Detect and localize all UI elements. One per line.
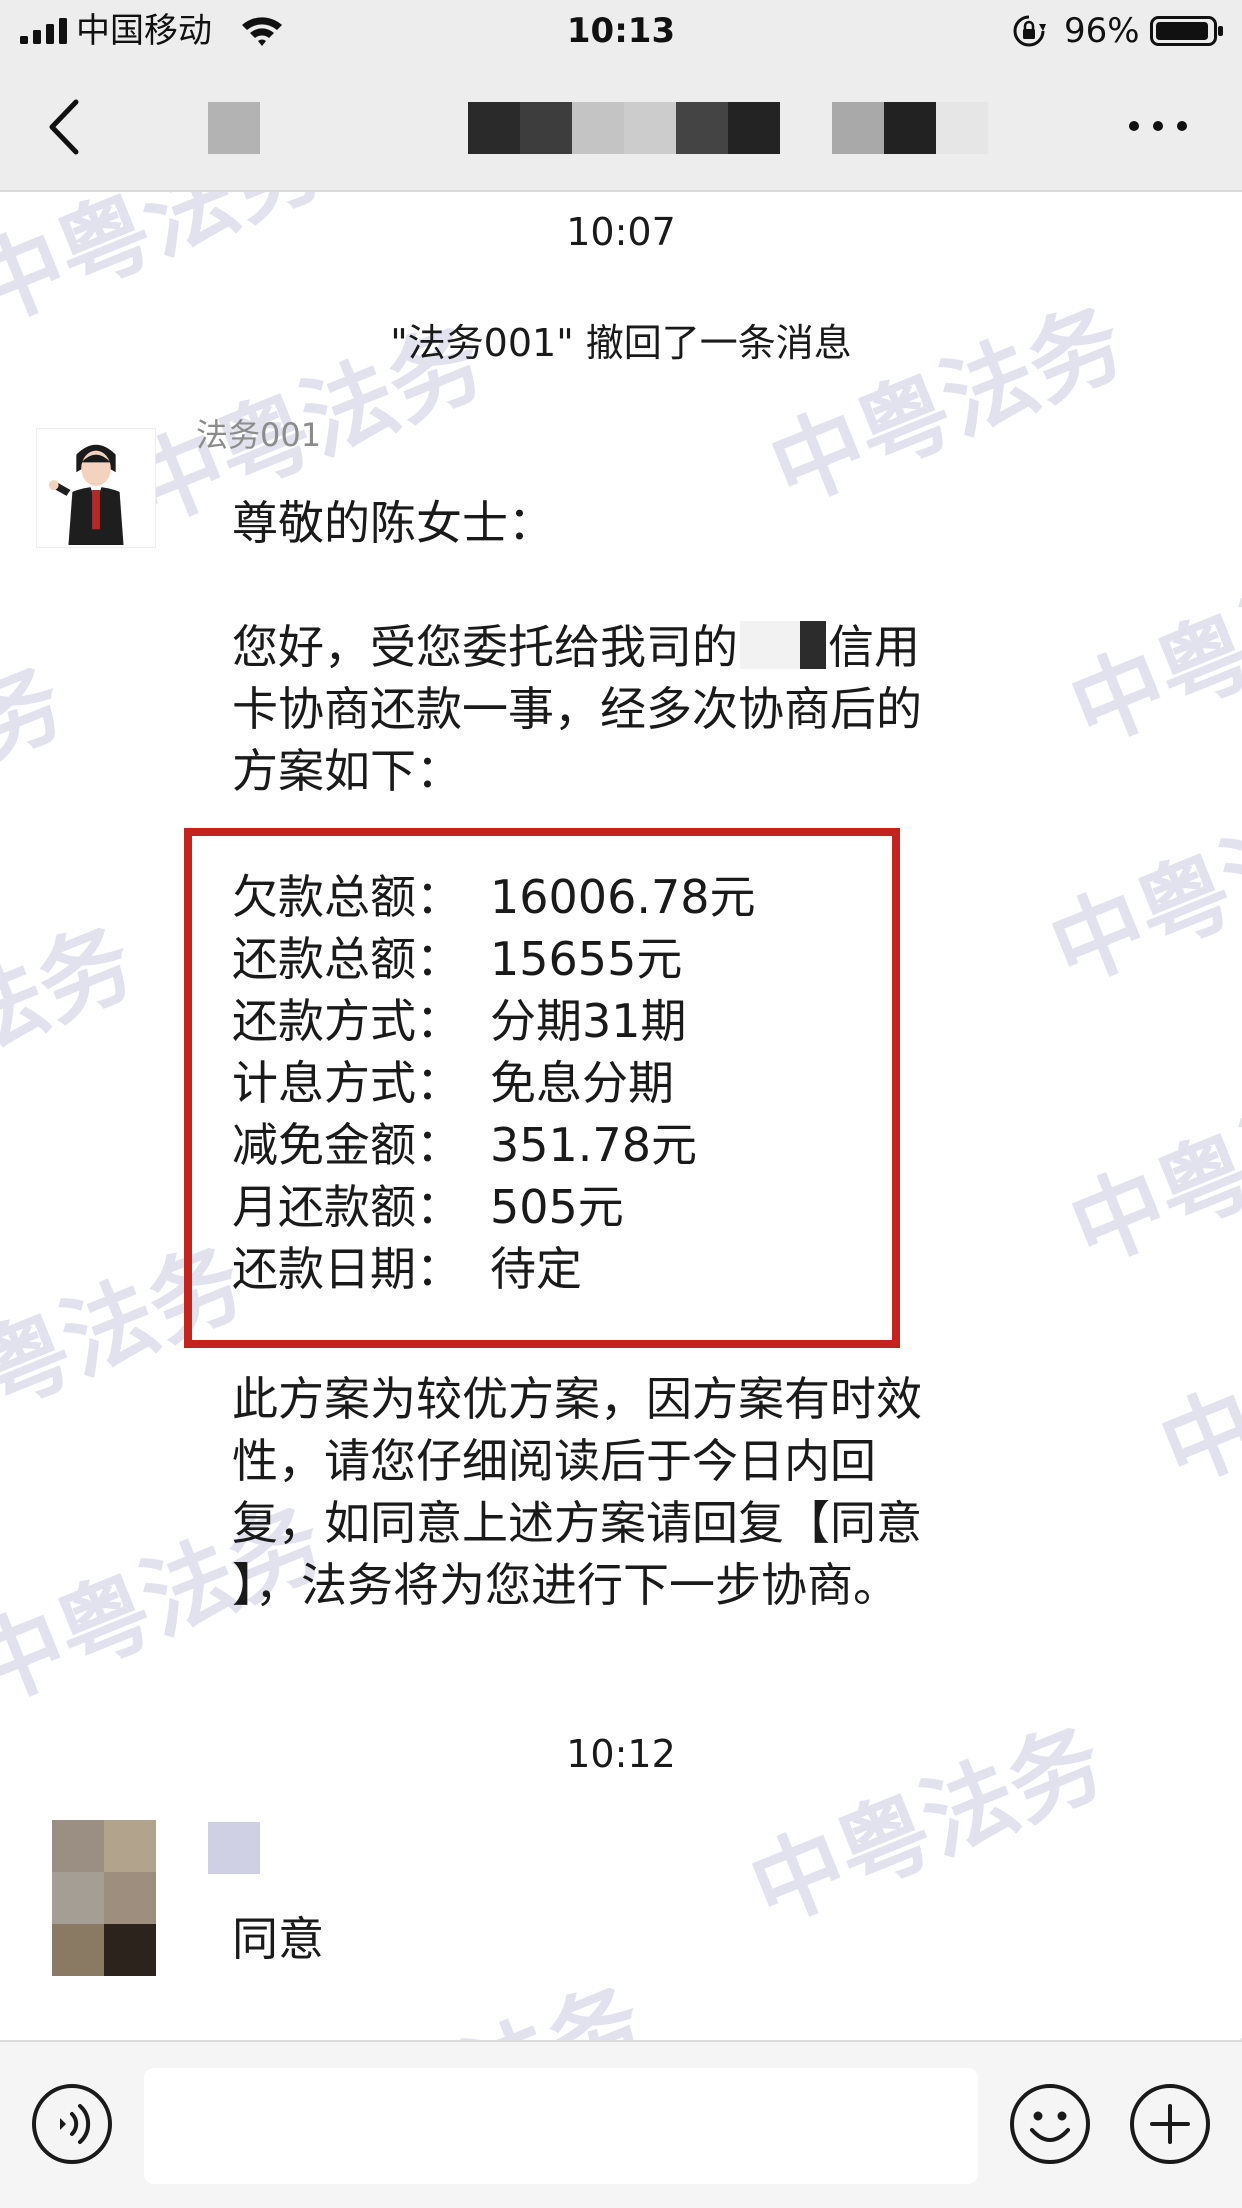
watermark: 中粤法务: [268, 1948, 659, 2040]
message-closing-line: 性，请您仔细阅读后于今日内回: [232, 1434, 876, 1488]
redacted-title-part-1: [208, 102, 260, 154]
timestamp: 10:07: [566, 210, 676, 254]
back-chevron-icon[interactable]: [44, 98, 84, 156]
user-message: 同意: [232, 1912, 324, 1966]
watermark: 中粤法务: [1048, 1948, 1242, 2040]
lawyer-avatar[interactable]: [36, 428, 156, 548]
watermark: 中粤法务: [756, 287, 1138, 525]
watermark: 中粤法务: [736, 1707, 1118, 1945]
plan-row-repay-method: 还款方式： 分期31期: [232, 994, 687, 1048]
message-closing-line: 】，法务将为您进行下一步协商。: [232, 1558, 899, 1612]
redacted-user-name: [208, 1822, 260, 1874]
watermark: 中粤法务: [0, 647, 78, 885]
chat-header: [0, 62, 1242, 192]
redacted-bank-name: [740, 621, 826, 669]
plan-row-monthly: 月还款额： 505元: [232, 1180, 624, 1234]
rotation-lock-icon: [1013, 15, 1046, 47]
redacted-title-part-2: [468, 102, 780, 154]
clock: 10:13: [566, 11, 676, 51]
more-dots-icon[interactable]: [1126, 114, 1190, 138]
battery-percentage: 96%: [1064, 11, 1140, 51]
plan-row-repay-total: 还款总额： 15655元: [232, 932, 683, 986]
watermark: 中粤法务: [0, 907, 148, 1145]
battery-icon: [1150, 16, 1223, 46]
message-input[interactable]: [144, 2068, 978, 2184]
timestamp: 10:12: [566, 1732, 676, 1776]
status-bar: 中国移动 10:13 96%: [0, 0, 1242, 62]
watermark: 中粤法务: [1056, 1047, 1242, 1285]
plan-row-interest-method: 计息方式： 免息分期: [232, 1056, 674, 1110]
recall-notice: "法务001" 撤回了一条消息: [390, 321, 852, 365]
emoji-icon[interactable]: [1008, 2082, 1092, 2166]
watermark: 中粤法务: [1056, 527, 1242, 765]
message-intro-line: 卡协商还款一事，经多次协商后的: [232, 682, 922, 736]
redacted-title-part-3: [832, 102, 988, 154]
message-intro-line: 您好，受您委托给我司的 信用: [232, 616, 920, 678]
plan-row-debt-total: 欠款总额： 16006.78元: [232, 870, 756, 924]
plan-row-reduction: 减免金额： 351.78元: [232, 1118, 697, 1172]
plan-row-repay-date: 还款日期： 待定: [232, 1242, 582, 1296]
message-greeting: 尊敬的陈女士：: [232, 496, 554, 550]
input-bar: [0, 2040, 1242, 2208]
intro-text-cont: 信用: [828, 620, 920, 674]
sender-name: 法务001: [196, 416, 322, 454]
plus-icon[interactable]: [1128, 2082, 1212, 2166]
message-closing-line: 此方案为较优方案，因方案有时效: [232, 1372, 922, 1426]
voice-icon[interactable]: [30, 2082, 114, 2166]
message-intro-line: 方案如下：: [232, 744, 462, 798]
watermark: 中粤法务: [1146, 1267, 1242, 1505]
watermark: 中粤法务: [1036, 767, 1242, 1005]
chat-message-list[interactable]: 中粤法务 中粤法务 中粤法务 中粤法务 中粤法务 中粤法务 中粤法务 中粤法务 …: [0, 192, 1242, 2040]
message-closing-line: 复，如同意上述方案请回复【同意: [232, 1496, 922, 1550]
intro-text: 您好，受您委托给我司的: [232, 620, 738, 674]
user-avatar[interactable]: [52, 1820, 156, 1976]
